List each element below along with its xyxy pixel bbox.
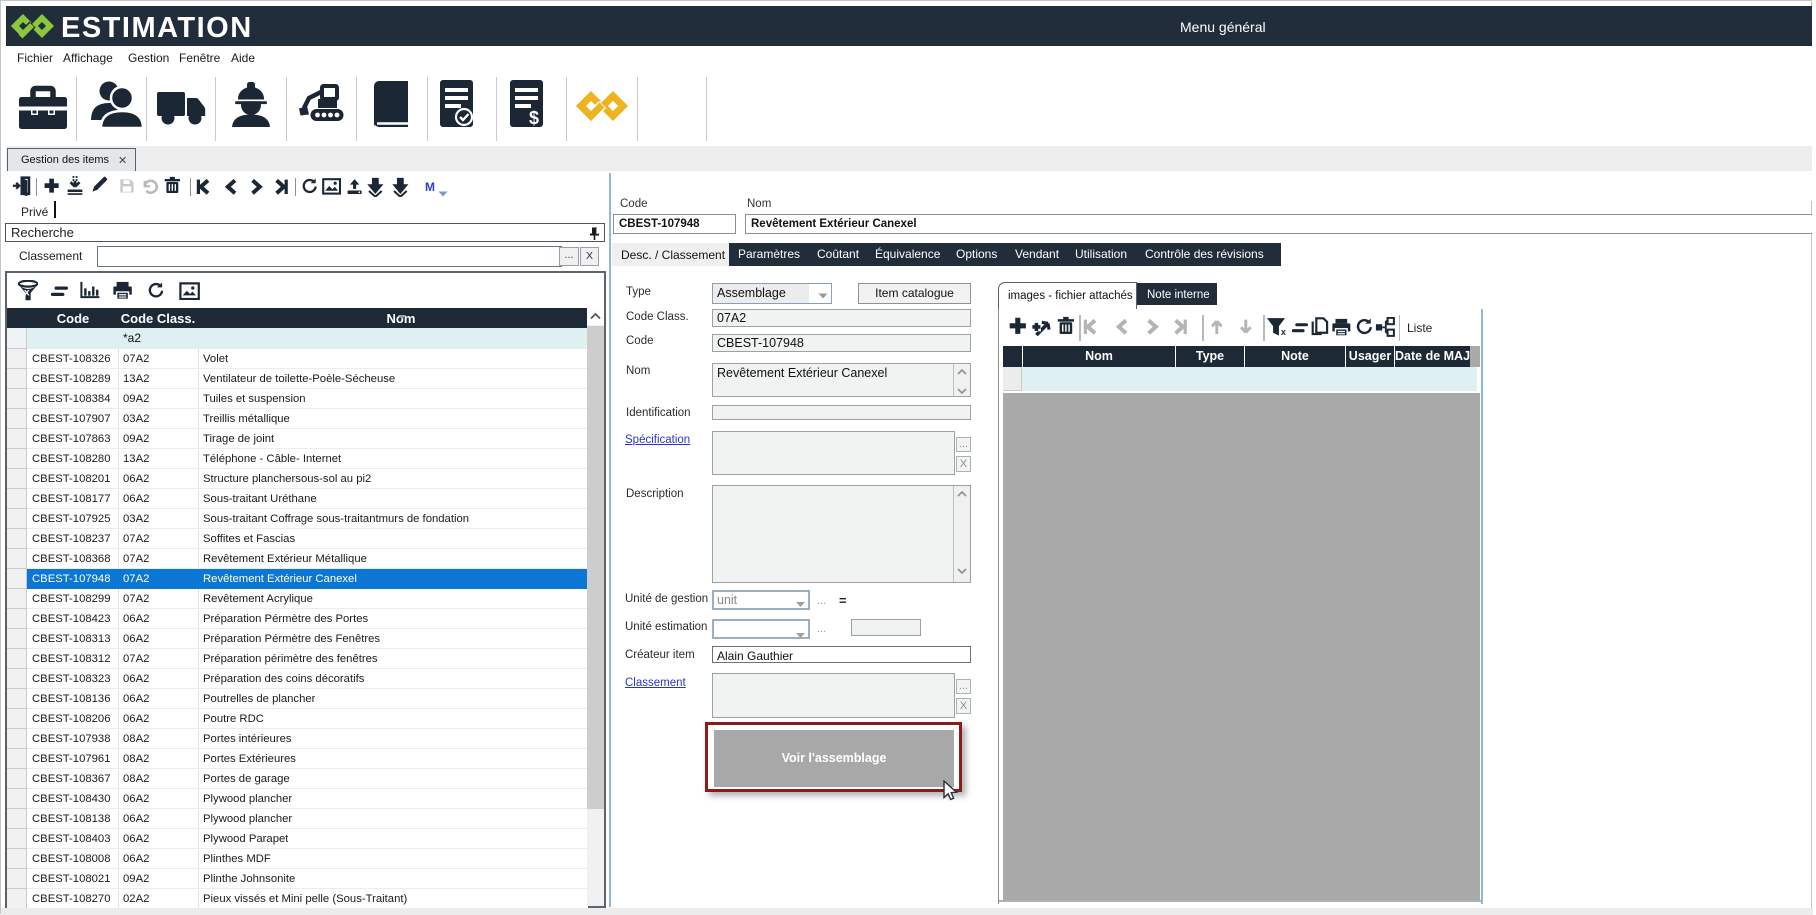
svg-text:$: $	[529, 108, 539, 128]
svg-text:x: x	[1281, 327, 1286, 337]
svg-text:x: x	[24, 288, 30, 299]
